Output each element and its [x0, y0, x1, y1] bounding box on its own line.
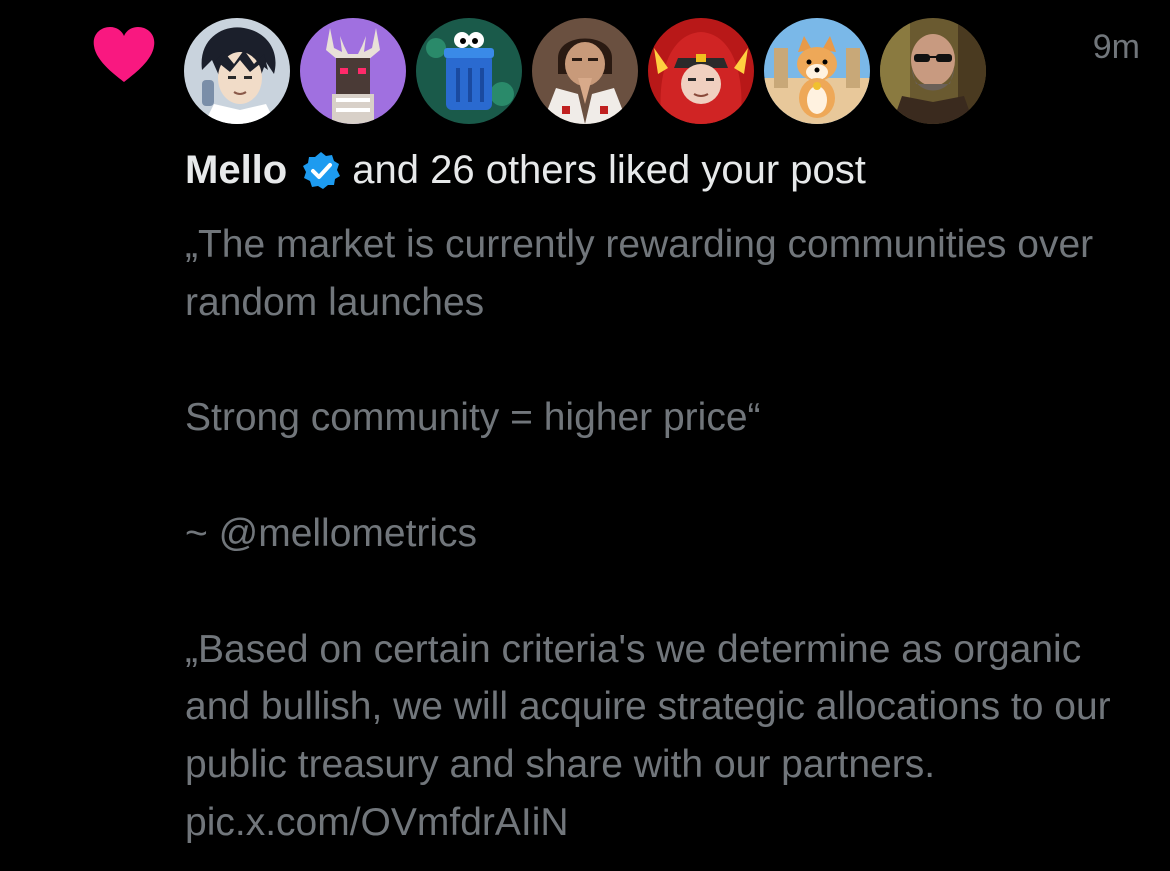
- avatar[interactable]: [648, 18, 754, 124]
- post-preview[interactable]: „The market is currently rewarding commu…: [185, 216, 1155, 852]
- avatar-anime-praying-icon: [532, 18, 638, 124]
- avatar-blue-creature-icon: [416, 18, 522, 124]
- liker-name-link[interactable]: Mello: [185, 148, 287, 193]
- avatar-red-hoodie-icon: [648, 18, 754, 124]
- avatar[interactable]: [184, 18, 290, 124]
- post-paragraph: „The market is currently rewarding commu…: [185, 223, 1104, 324]
- post-paragraph: ~ @mellometrics: [185, 511, 478, 555]
- like-notification[interactable]: 9m Mello and 26 others liked your post „…: [0, 0, 1170, 871]
- verified-badge-icon: [303, 151, 341, 189]
- avatar[interactable]: [416, 18, 522, 124]
- timestamp: 9m: [1092, 28, 1140, 66]
- post-paragraph: Strong community = higher price“: [185, 396, 761, 440]
- avatar[interactable]: [532, 18, 638, 124]
- avatar[interactable]: [300, 18, 406, 124]
- liked-text: and 26 others liked your post: [352, 148, 866, 192]
- avatar-shiba-dog-icon: [764, 18, 870, 124]
- post-paragraph: „Based on certain criteria's we determin…: [185, 627, 1122, 844]
- avatar[interactable]: [764, 18, 870, 124]
- avatar-bearded-man-icon: [880, 18, 986, 124]
- liked-summary: Mello and 26 others liked your post: [185, 148, 866, 193]
- avatar[interactable]: [880, 18, 986, 124]
- heart-icon: [93, 27, 155, 82]
- avatar-pixel-deer-icon: [300, 18, 406, 124]
- avatar-anime-character-icon: [184, 18, 290, 124]
